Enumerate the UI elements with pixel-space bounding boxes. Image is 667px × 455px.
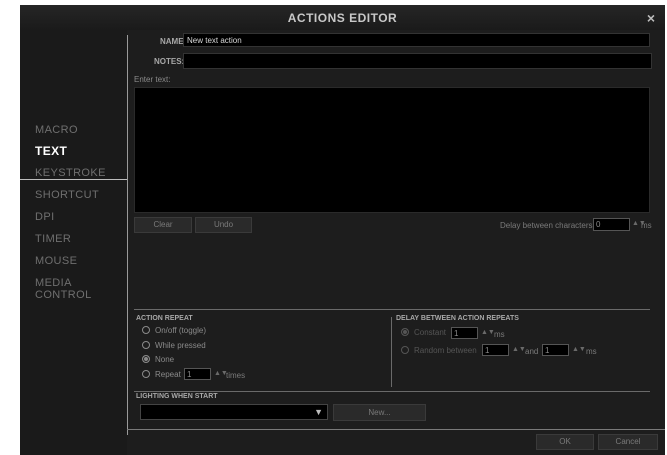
content-divider (127, 35, 128, 435)
notes-field[interactable] (183, 53, 652, 69)
repeat-count-input[interactable]: 1 (184, 368, 211, 380)
radio-circle-selected-icon[interactable] (401, 327, 409, 336)
delay-repeats-title: DELAY BETWEEN ACTION REPEATS (396, 315, 519, 322)
enter-text-label: Enter text: (134, 75, 171, 84)
name-field[interactable]: New text action (183, 33, 650, 47)
radio-label: On/off (toggle) (155, 326, 206, 335)
sidebar-item-keystroke[interactable]: KEYSTROKE (35, 167, 106, 179)
radio-circle-icon[interactable] (401, 345, 409, 354)
sidebar: MACRO TEXT KEYSTROKE SHORTCUT DPI TIMER … (20, 30, 127, 455)
radio-random-between[interactable]: Random between (401, 345, 477, 355)
lighting-select[interactable]: ▼ (140, 404, 328, 420)
constant-unit: ms (494, 330, 505, 339)
active-item-underline (20, 179, 127, 180)
section-divider (134, 309, 650, 310)
random-from-input[interactable]: 1 (482, 344, 509, 356)
spinner-arrows-icon[interactable]: ▲▼ (481, 329, 495, 336)
radio-circle-selected-icon[interactable] (142, 354, 150, 363)
radio-circle-icon[interactable] (142, 325, 150, 334)
random-to-input[interactable]: 1 (542, 344, 569, 356)
radio-none[interactable]: None (142, 354, 175, 364)
radio-label: Constant (414, 328, 447, 337)
cancel-button[interactable]: Cancel (598, 434, 658, 450)
radio-circle-icon[interactable] (142, 369, 150, 378)
radio-constant[interactable]: Constant (401, 327, 447, 337)
and-label: and (525, 347, 539, 356)
undo-button[interactable]: Undo (195, 217, 252, 233)
new-lighting-button[interactable]: New... (333, 404, 426, 421)
delay-between-characters-label: Delay between characters (500, 221, 593, 230)
radio-on-off-toggle[interactable]: On/off (toggle) (142, 325, 206, 335)
radio-while-pressed[interactable]: While pressed (142, 340, 206, 350)
action-repeat-title: ACTION REPEAT (136, 315, 193, 322)
spinner-arrows-icon[interactable]: ▲▼ (512, 346, 526, 353)
radio-label: Random between (414, 346, 477, 355)
radio-label: While pressed (155, 341, 206, 350)
delay-characters-unit: ms (641, 221, 652, 230)
repeat-unit: times (226, 371, 246, 380)
footer-divider (127, 429, 665, 430)
radio-label: None (155, 355, 175, 364)
sidebar-item-dpi[interactable]: DPI (35, 211, 55, 223)
sidebar-item-media-control[interactable]: MEDIA CONTROL (35, 277, 127, 301)
lighting-divider (134, 391, 650, 392)
lighting-title: LIGHTING WHEN START (136, 393, 218, 400)
sidebar-item-shortcut[interactable]: SHORTCUT (35, 189, 99, 201)
delay-characters-input[interactable]: 0 (593, 218, 630, 231)
radio-label: Repeat (155, 370, 181, 379)
actions-editor-window: ACTIONS EDITOR × MACRO TEXT KEYSTROKE SH… (20, 5, 665, 455)
random-unit: ms (586, 347, 597, 356)
radio-repeat[interactable]: Repeat (142, 369, 181, 379)
ok-button[interactable]: OK (536, 434, 594, 450)
chevron-down-icon[interactable]: ▼ (314, 407, 323, 417)
constant-delay-input[interactable]: 1 (451, 327, 478, 339)
clear-button[interactable]: Clear (134, 217, 192, 233)
sidebar-item-mouse[interactable]: MOUSE (35, 255, 77, 267)
sidebar-item-macro[interactable]: MACRO (35, 124, 78, 136)
repeat-divider (391, 317, 392, 387)
sidebar-item-timer[interactable]: TIMER (35, 233, 71, 245)
spinner-arrows-icon[interactable]: ▲▼ (572, 346, 586, 353)
window-title: ACTIONS EDITOR (287, 11, 398, 25)
radio-circle-icon[interactable] (142, 340, 150, 349)
close-icon[interactable]: × (647, 10, 655, 26)
title-bar: ACTIONS EDITOR × (20, 5, 665, 30)
text-input-area[interactable] (134, 87, 650, 213)
sidebar-item-text[interactable]: TEXT (35, 144, 67, 158)
notes-label: NOTES: (154, 57, 185, 66)
